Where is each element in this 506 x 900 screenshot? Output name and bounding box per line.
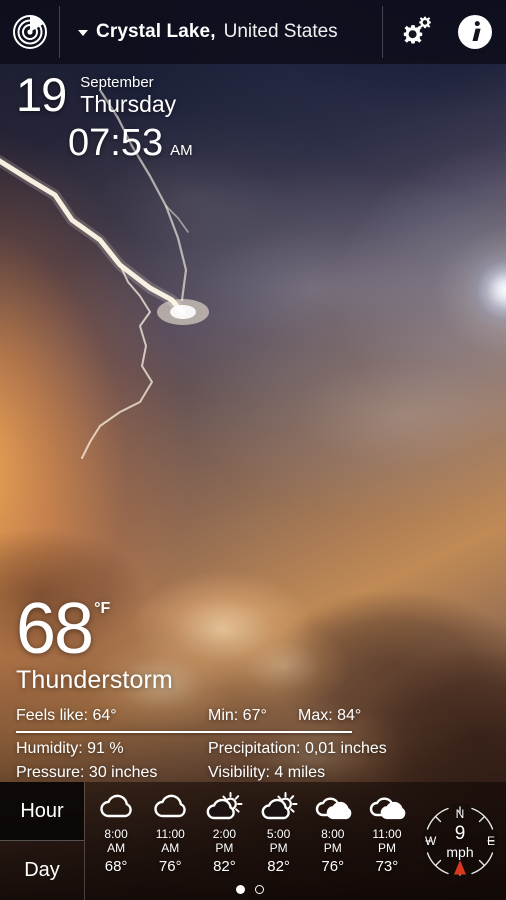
sun-behind-cloud-icon	[260, 790, 298, 824]
wind-speed: 9	[454, 823, 466, 844]
hourly-item[interactable]: 2:00 PM 82°	[197, 782, 251, 900]
detail-visibility: Visibility: 4 miles	[208, 764, 326, 781]
detail-feels-like: Feels like: 64°	[16, 707, 117, 724]
info-icon	[458, 15, 492, 49]
forecast-tabs: Hour Day	[0, 782, 85, 900]
hourly-temp: 76°	[158, 858, 182, 875]
weather-app-screen: Crystal Lake, United States 19 September…	[0, 0, 506, 900]
temperature-unit: °F	[94, 600, 111, 617]
weather-details: Feels like: 64° Min: 67° Max: 84° Humidi…	[16, 707, 446, 782]
hourly-temp: 68°	[104, 858, 128, 875]
hourly-time: 2:00	[212, 827, 237, 841]
hourly-temp: 82°	[267, 858, 290, 875]
clock-time: 07:53	[68, 122, 164, 164]
tab-day[interactable]: Day	[0, 841, 84, 900]
hourly-ampm: PM	[215, 841, 234, 855]
location-city: Crystal Lake,	[96, 21, 216, 42]
hourly-time: 11:00	[155, 827, 185, 841]
top-app-bar: Crystal Lake, United States	[0, 0, 506, 64]
page-indicator	[85, 885, 414, 894]
hourly-time: 8:00	[104, 827, 128, 841]
hourly-item[interactable]: 8:00 AM 68°	[89, 782, 143, 900]
compass: N W E 9 mph	[421, 802, 499, 880]
location-selector[interactable]: Crystal Lake, United States	[59, 6, 383, 58]
page-dot-active[interactable]	[235, 885, 245, 894]
clock-row: 07:53 AM	[16, 122, 193, 164]
hourly-item[interactable]: 11:00 PM 73°	[360, 782, 414, 900]
wind-speed-unit: mph	[446, 844, 474, 860]
detail-precipitation: Precipitation: 0,01 inches	[208, 740, 387, 757]
hourly-temp: 76°	[321, 858, 345, 875]
detail-min: Min: 67°	[208, 707, 267, 724]
current-temperature: 68	[16, 589, 94, 669]
compass-north-label: N	[455, 807, 465, 821]
current-condition-text: Thunderstorm	[16, 666, 173, 694]
gear-icon	[403, 16, 431, 44]
radar-button[interactable]	[0, 0, 59, 64]
hourly-time: 11:00	[372, 827, 402, 841]
hourly-temp: 82°	[213, 858, 236, 875]
detail-humidity: Humidity: 91 %	[16, 740, 124, 757]
current-temperature-row: 68 °F	[16, 589, 173, 669]
location-country: United States	[223, 21, 338, 42]
detail-max: Max: 84°	[298, 707, 362, 724]
wind-compass-widget[interactable]: N W E 9 mph	[414, 782, 506, 900]
detail-pressure: Pressure: 30 inches	[16, 764, 158, 781]
clock-ampm: AM	[170, 142, 193, 159]
cloud-filled-icon	[368, 790, 406, 824]
settings-button[interactable]	[383, 0, 444, 64]
hourly-ampm: PM	[377, 841, 396, 855]
date-time-block: 19 September Thursday 07:53 AM	[16, 70, 193, 165]
hourly-ampm: AM	[107, 841, 126, 855]
info-button[interactable]	[444, 0, 506, 64]
hourly-item[interactable]: 8:00 PM 76°	[306, 782, 360, 900]
hourly-ampm: PM	[269, 841, 288, 855]
cloud-outline-icon	[152, 790, 188, 824]
wind-readout: 9 mph	[421, 823, 499, 861]
date-weekday: Thursday	[80, 91, 177, 117]
date-row: 19 September Thursday	[16, 70, 193, 120]
hourly-ampm: PM	[323, 841, 342, 855]
chevron-down-icon	[78, 30, 88, 36]
hourly-item[interactable]: 11:00 AM 76°	[143, 782, 197, 900]
page-dot[interactable]	[254, 885, 264, 894]
date-month: September	[80, 74, 154, 91]
details-primary-row: Feels like: 64° Min: 67° Max: 84°	[16, 707, 446, 725]
forecast-panel: Hour Day 8:00 AM 68° 11:00 AM 76° 2:00 P…	[0, 782, 506, 900]
current-conditions: 68 °F Thunderstorm	[16, 589, 173, 695]
hourly-ampm: AM	[161, 841, 180, 855]
details-grid: Humidity: 91 % Precipitation: 0,01 inche…	[16, 740, 446, 782]
hourly-time: 5:00	[266, 827, 291, 841]
tab-hour[interactable]: Hour	[0, 782, 84, 841]
hourly-forecast-list[interactable]: 8:00 AM 68° 11:00 AM 76° 2:00 PM 82° 5:0…	[85, 782, 414, 900]
hourly-item[interactable]: 5:00 PM 82°	[252, 782, 306, 900]
sun-behind-cloud-icon	[205, 790, 243, 824]
cloud-outline-icon	[98, 790, 134, 824]
radar-icon	[12, 15, 47, 49]
date-day-number: 19	[16, 68, 67, 121]
details-divider	[16, 731, 352, 733]
cloud-filled-icon	[314, 790, 352, 824]
hourly-time: 8:00	[321, 827, 345, 841]
hourly-temp: 73°	[375, 858, 399, 875]
